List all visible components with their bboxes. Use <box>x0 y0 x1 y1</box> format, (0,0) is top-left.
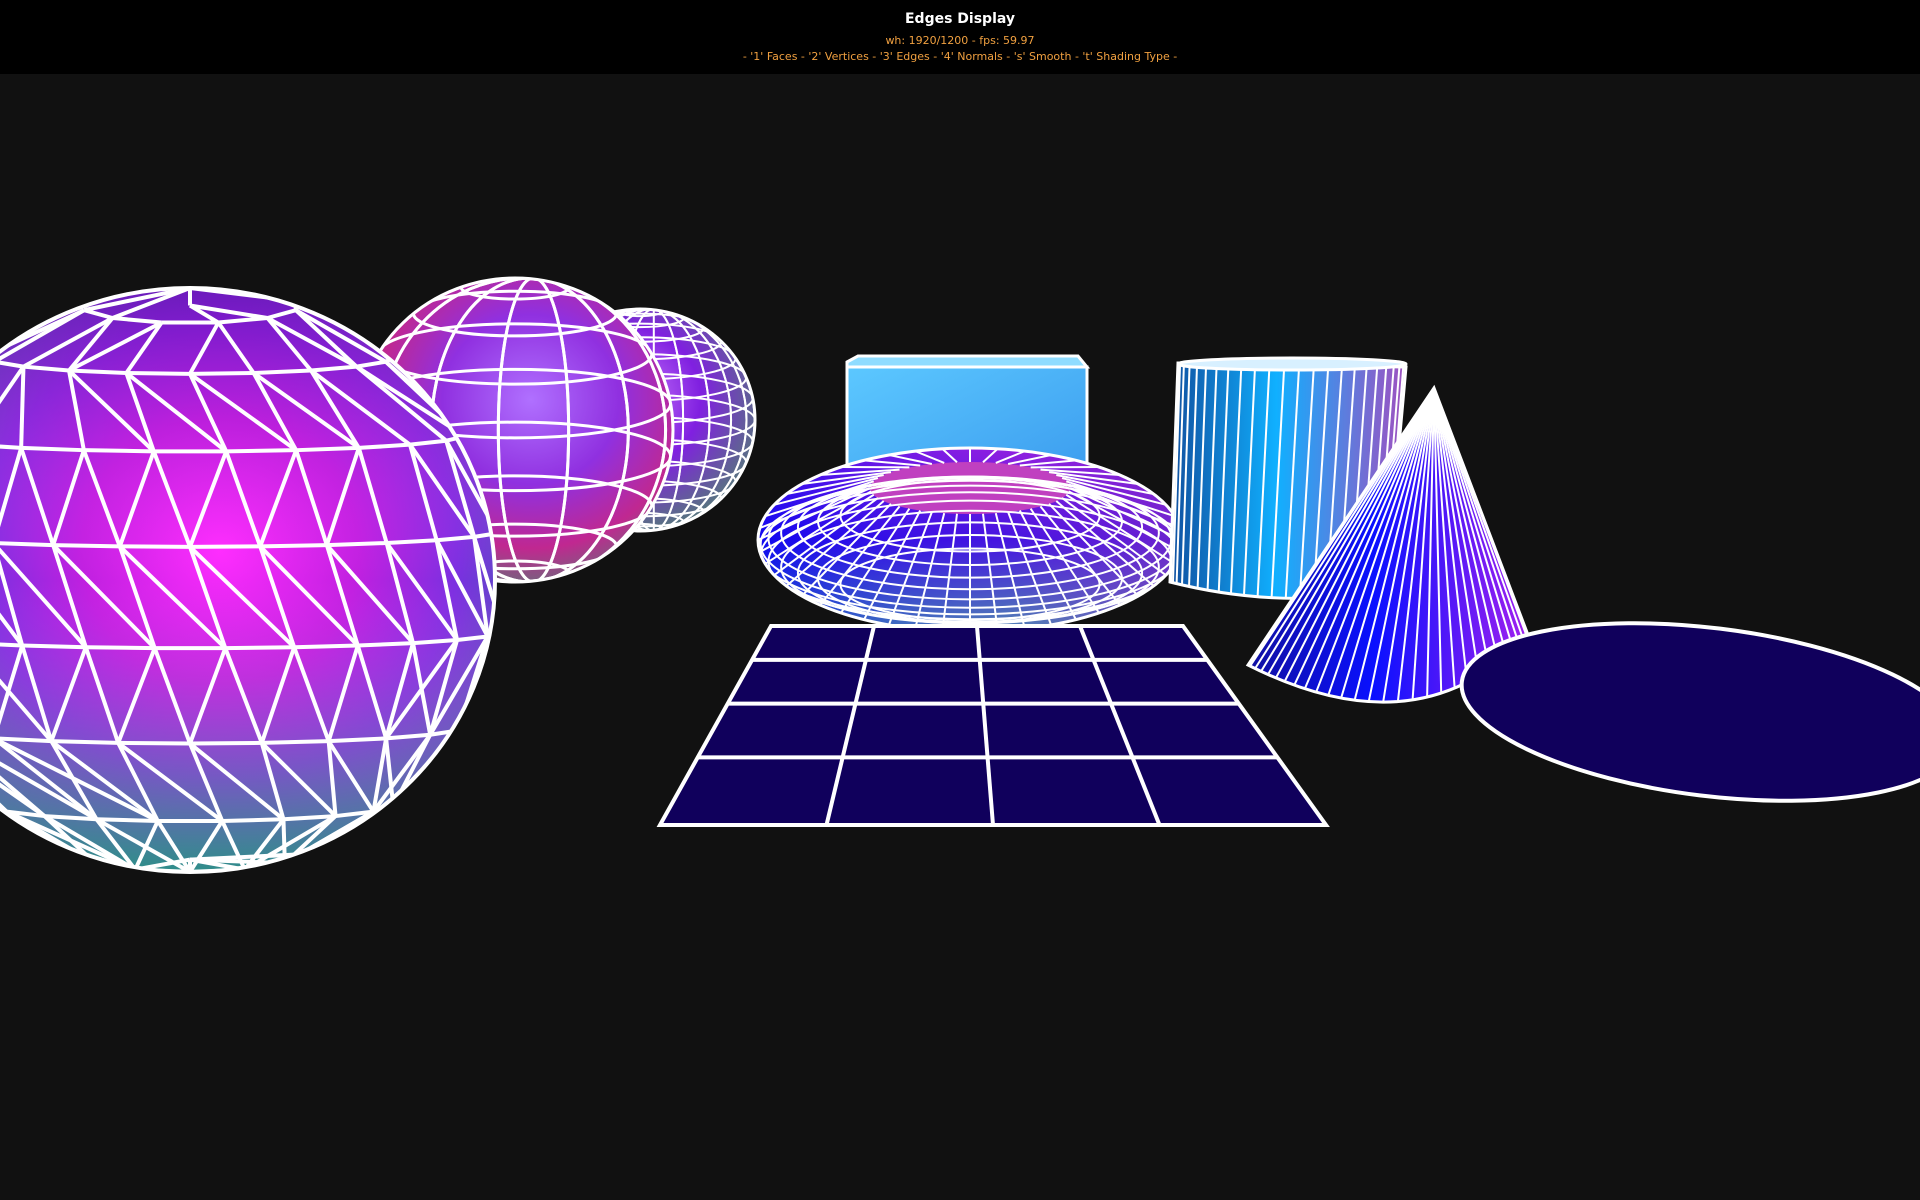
mesh-edge <box>294 643 358 650</box>
mesh-edge <box>96 817 158 823</box>
mesh-edge <box>0 736 52 744</box>
plane-face <box>656 624 1330 827</box>
mesh-edge <box>126 370 191 376</box>
mesh-edge <box>0 641 23 648</box>
mesh-edge <box>296 445 359 453</box>
mesh-edge <box>226 448 297 454</box>
mesh-edge <box>357 641 414 648</box>
mesh-edge <box>189 370 254 376</box>
scene-canvas[interactable] <box>0 74 1920 1200</box>
window-title: Edges Display <box>904 11 1016 27</box>
mesh-edge <box>328 736 387 744</box>
mesh-edge <box>53 543 120 549</box>
mesh-edge <box>189 740 262 746</box>
mesh-edge <box>83 448 154 454</box>
mesh-edge <box>261 739 329 745</box>
mesh-edge <box>222 817 284 823</box>
mesh-edge <box>19 366 26 448</box>
mesh-edge <box>457 724 469 733</box>
mesh-edge <box>68 368 127 375</box>
grid-plane <box>656 624 1330 827</box>
fps-readout: wh: 1920/1200 - fps: 59.97 <box>885 34 1035 47</box>
mesh-edge <box>21 445 84 453</box>
mesh-edge <box>118 740 191 746</box>
torus <box>756 446 1184 634</box>
mesh-edge <box>253 368 312 375</box>
header-bar: Edges Display wh: 1920/1200 - fps: 59.97… <box>0 0 1920 74</box>
mesh-edge <box>225 645 295 651</box>
mesh-edge <box>386 538 437 545</box>
key-help: - '1' Faces - '2' Vertices - '3' Edges -… <box>742 50 1178 63</box>
mesh-edge <box>260 543 327 549</box>
mesh-edge <box>326 540 387 548</box>
mesh-edge <box>0 540 54 548</box>
3d-viewport[interactable] <box>0 74 1920 1200</box>
mesh-edge <box>51 739 119 745</box>
mesh-edge <box>85 645 155 651</box>
mesh-edge <box>22 643 86 650</box>
